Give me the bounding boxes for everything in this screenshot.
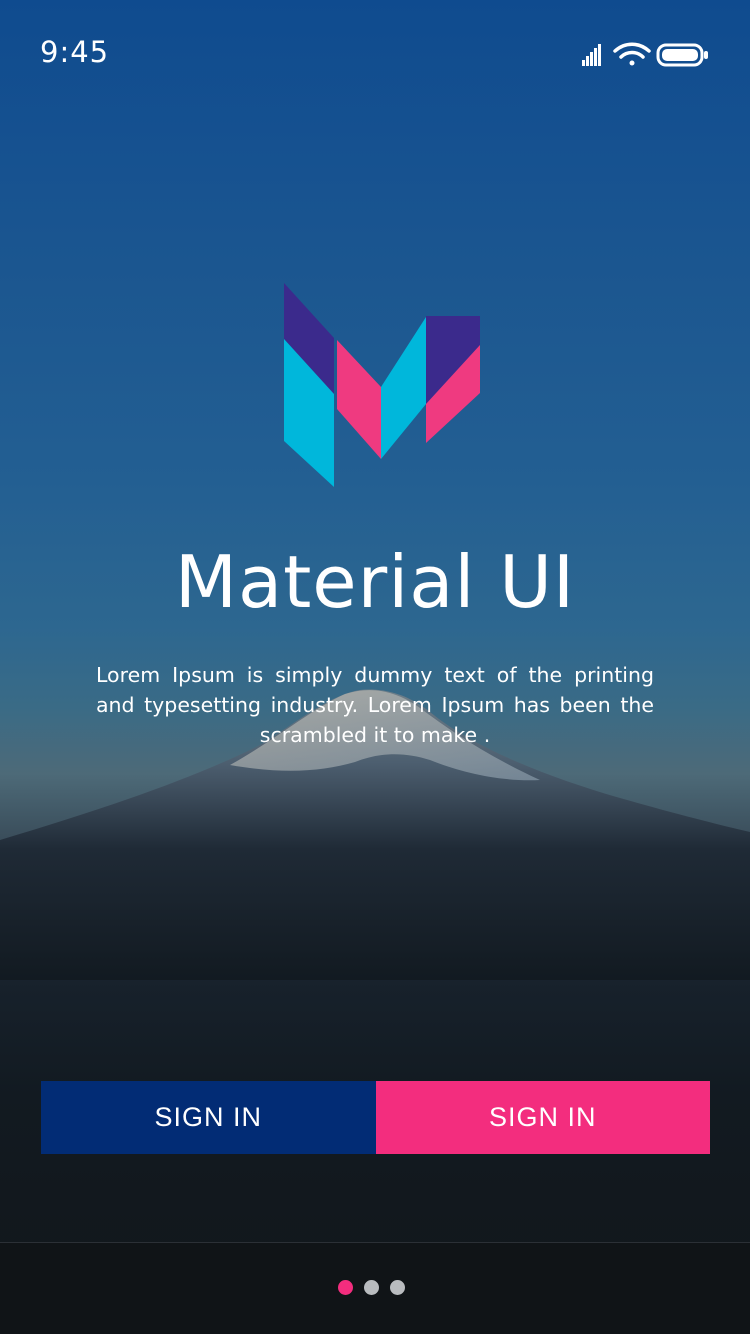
sign-in-actions: SIGN IN SIGN IN [41, 1081, 710, 1154]
app-description: Lorem Ipsum is simply dummy text of the … [96, 663, 654, 747]
battery-icon [656, 43, 708, 67]
wifi-icon [613, 42, 651, 66]
page-dot-2[interactable] [364, 1280, 379, 1295]
status-time: 9:45 [40, 35, 110, 69]
app-title: Material UI [174, 540, 576, 624]
sign-in-button-primary[interactable]: SIGN IN [41, 1081, 376, 1154]
status-bar: 9:45 [0, 0, 750, 104]
status-icons [582, 42, 708, 67]
material-ui-logo [284, 283, 480, 487]
pagination-footer [0, 1242, 750, 1334]
page-dot-1[interactable] [338, 1280, 353, 1295]
page-indicator [338, 1280, 405, 1295]
onboarding-screen: 9:45 Material UI Lorem Ipsum is simply d… [0, 0, 750, 1334]
page-dot-3[interactable] [390, 1280, 405, 1295]
sign-in-button-accent[interactable]: SIGN IN [375, 1081, 710, 1154]
signal-icon [582, 44, 601, 66]
